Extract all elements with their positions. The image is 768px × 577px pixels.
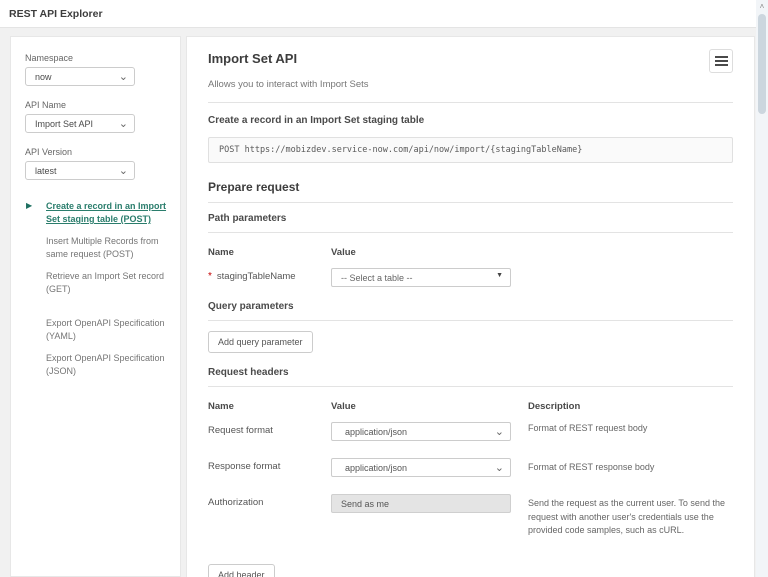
divider [208,102,733,103]
column-header-name: Name [208,247,234,258]
path-parameters-table: Name Value * stagingTableName -- Select a… [208,243,733,287]
chevron-down-icon: ⌄ [494,426,504,438]
staging-table-select-value: -- Select a table -- [341,272,413,283]
api-name-select[interactable]: Import Set API ⌄ [25,114,135,133]
add-query-parameter-button[interactable]: Add query parameter [208,331,313,353]
sidebar-link-export-yaml[interactable]: Export OpenAPI Specification (YAML) [46,317,172,343]
sidebar-link-retrieve-record[interactable]: Retrieve an Import Set record (GET) [46,270,172,296]
api-version-label: API Version [25,147,73,157]
path-parameters-heading: Path parameters [208,213,287,224]
authorization-value: Send as me [341,498,390,509]
request-headers-heading: Request headers [208,367,289,378]
response-format-value: application/json [345,462,408,473]
menu-button[interactable] [709,49,733,73]
authorization-field: Send as me [331,494,511,513]
header-description: Send the request as the current user. To… [528,498,725,535]
query-parameters-heading: Query parameters [208,301,294,312]
request-format-value: application/json [345,426,408,437]
play-icon: ▶ [26,201,33,210]
namespace-select-value: now [35,71,52,82]
api-name-select-value: Import Set API [35,118,94,129]
chevron-down-icon: ⌄ [118,71,128,83]
endpoint-heading: Create a record in an Import Set staging… [208,115,425,126]
divider [208,232,733,233]
staging-table-select[interactable]: -- Select a table -- ▼ [331,268,511,287]
header-name: Authorization [208,497,264,508]
add-header-button[interactable]: Add header [208,563,275,577]
main-header: Import Set API [208,49,733,73]
api-version-select-value: latest [35,165,57,176]
page-subtitle: Allows you to interact with Import Sets [208,79,369,90]
response-format-select[interactable]: application/json ⌄ [331,458,511,477]
scrollbar-thumb[interactable] [758,14,766,114]
prepare-request-heading: Prepare request [208,180,300,194]
api-version-select[interactable]: latest ⌄ [25,161,135,180]
column-header-description: Description [528,401,581,412]
link-group-spacer [46,305,166,317]
param-value-cell: -- Select a table -- ▼ [331,268,528,287]
param-name: stagingTableName [216,271,296,282]
column-header-name: Name [208,401,234,412]
column-header-value: Value [331,401,356,412]
vertical-scrollbar[interactable]: ˄ [756,0,768,577]
param-name-cell: * stagingTableName [208,268,331,287]
caret-down-icon: ▼ [496,272,503,279]
sidebar-link-export-json[interactable]: Export OpenAPI Specification (JSON) [46,352,172,378]
sidebar-panel: Namespace now ⌄ API Name Import Set API … [10,36,181,577]
namespace-select[interactable]: now ⌄ [25,67,135,86]
page-title: Import Set API [208,51,298,66]
app-title: REST API Explorer [9,7,103,20]
header-name: Request format [208,425,273,436]
endpoint-link-list: ▶ Create a record in an Import Set stagi… [25,200,166,378]
chevron-down-icon: ⌄ [494,462,504,474]
chevron-down-icon: ⌄ [118,165,128,177]
divider [208,202,733,203]
divider [208,320,733,321]
endpoint-url-code: POST https://mobizdev.service-now.com/ap… [208,137,733,163]
rest-api-explorer-app: REST API Explorer ˄ Namespace now ⌄ API … [0,0,768,577]
header-description: Format of REST response body [528,462,655,472]
scroll-up-icon[interactable]: ˄ [756,1,768,13]
column-header-value: Value [331,247,356,258]
api-name-label: API Name [25,100,67,110]
main-content-panel: Import Set API Allows you to interact wi… [186,36,755,577]
header-description: Format of REST request body [528,423,648,433]
sidebar-link-create-record[interactable]: Create a record in an Import Set staging… [46,200,172,226]
top-header-bar: REST API Explorer [0,0,768,28]
namespace-label: Namespace [25,53,74,63]
request-headers-table: Name Value Description Request format ap… [208,397,733,538]
divider [208,386,733,387]
chevron-down-icon: ⌄ [118,118,128,130]
menu-icon [714,56,728,58]
header-name: Response format [208,461,281,472]
required-icon: * [208,271,212,282]
request-format-select[interactable]: application/json ⌄ [331,422,511,441]
sidebar-link-insert-multiple[interactable]: Insert Multiple Records from same reques… [46,235,172,261]
